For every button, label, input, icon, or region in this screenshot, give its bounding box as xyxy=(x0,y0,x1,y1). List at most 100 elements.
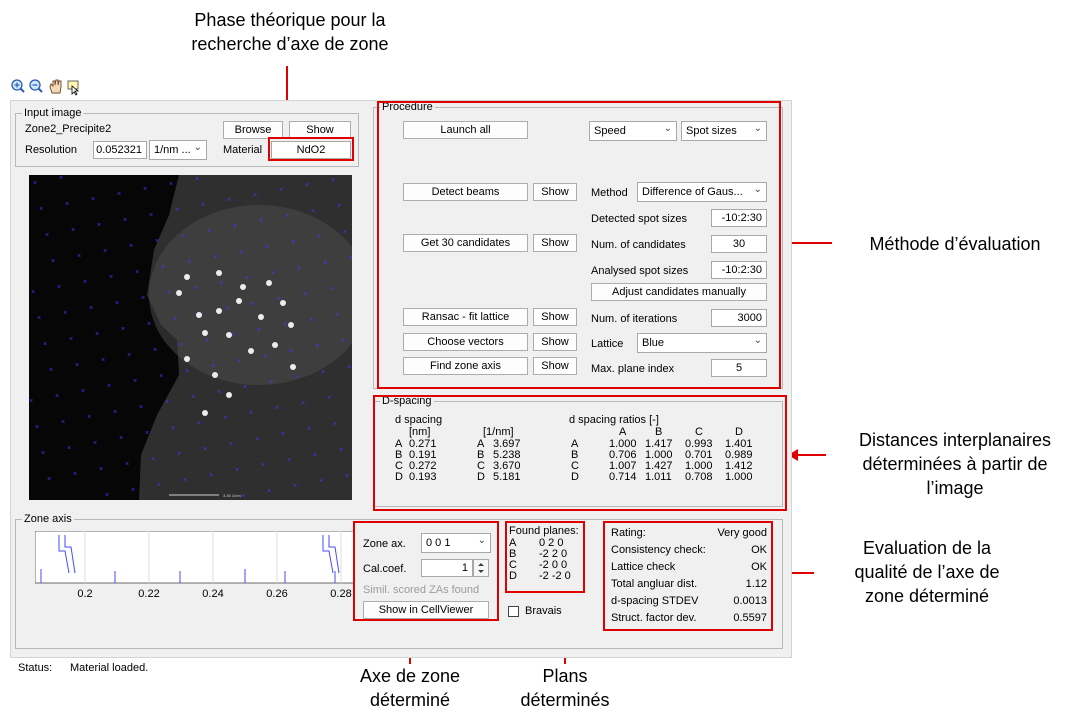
find-zone-axis-show-button[interactable]: Show xyxy=(533,357,577,375)
num-iterations-label: Num. of iterations xyxy=(591,313,678,325)
detect-beams-show-button[interactable]: Show xyxy=(533,183,577,201)
detect-beams-button[interactable]: Detect beams xyxy=(403,183,528,201)
lattice-point: × xyxy=(263,353,267,360)
spinner-up-icon[interactable] xyxy=(478,563,484,566)
zoom-out-icon[interactable] xyxy=(29,79,43,93)
lattice-point: × xyxy=(223,415,227,422)
lattice-point: × xyxy=(69,336,73,343)
lattice-point: × xyxy=(169,181,173,188)
diffraction-spot xyxy=(184,274,190,280)
toolbar xyxy=(10,78,100,96)
lattice-point: × xyxy=(349,255,352,262)
lattice-point: × xyxy=(251,301,255,308)
zone-axis-title: Zone axis xyxy=(22,513,74,525)
data-cursor-icon[interactable] xyxy=(67,80,80,96)
num-candidates-input[interactable]: 30 xyxy=(711,235,767,253)
dspacing-row-key: D xyxy=(477,471,485,483)
lattice-point: × xyxy=(339,447,343,454)
spot-sizes-select[interactable]: Spot sizes ⌄ xyxy=(681,121,767,141)
lattice-point: × xyxy=(59,175,63,182)
detected-spot-sizes-input[interactable]: -10:2:30 xyxy=(711,209,767,227)
lattice-point: × xyxy=(33,180,37,187)
lattice-point: × xyxy=(133,378,137,385)
rating-label: Total angluar dist. xyxy=(611,578,698,590)
lattice-point: × xyxy=(63,310,67,317)
adjust-candidates-button[interactable]: Adjust candidates manually xyxy=(591,283,767,301)
annotation-quality: Evaluation de la qualité de l’axe de zon… xyxy=(854,538,1000,606)
lattice-point: × xyxy=(107,383,111,390)
lattice-point: × xyxy=(209,472,213,479)
lattice-point: × xyxy=(65,201,69,208)
rating-label: Struct. factor dev. xyxy=(611,612,697,624)
get-candidates-button[interactable]: Get 30 candidates xyxy=(403,234,528,252)
profile-tick-label: 0.2 xyxy=(77,588,92,600)
lattice-point: × xyxy=(293,483,297,490)
ransac-show-button[interactable]: Show xyxy=(533,308,577,326)
lattice-point: × xyxy=(167,290,171,297)
resolution-input[interactable]: 0.052321 xyxy=(93,141,147,159)
lattice-point: × xyxy=(305,182,309,189)
find-zone-axis-button[interactable]: Find zone axis xyxy=(403,357,528,375)
lattice-point: × xyxy=(45,232,49,239)
lattice-select[interactable]: Blue ⌄ xyxy=(637,333,767,353)
analysed-spot-sizes-input[interactable]: -10:2:30 xyxy=(711,261,767,279)
lattice-point: × xyxy=(145,430,149,437)
diffraction-image: × × × × × × × × × × × × × × × × × × × × × × × × × × × × × × × × × × × × × × × ×… xyxy=(29,175,352,500)
method-select[interactable]: Difference of Gaus... ⌄ xyxy=(637,182,767,202)
lattice-point: × xyxy=(249,410,253,417)
choose-vectors-button[interactable]: Choose vectors xyxy=(403,333,528,351)
lattice-point: × xyxy=(161,264,165,271)
dspacing-inv-unit: [1/nm] xyxy=(483,426,514,438)
annotation-zone-axis: Axe de zone déterminé xyxy=(359,666,461,710)
chevron-down-icon: ⌄ xyxy=(753,123,762,134)
lattice-point: × xyxy=(109,274,113,281)
diffraction-spot xyxy=(226,392,232,398)
lattice-point: × xyxy=(119,435,123,442)
lattice-point: × xyxy=(41,450,45,457)
spinner-down-icon[interactable] xyxy=(478,570,484,573)
ransac-button[interactable]: Ransac - fit lattice xyxy=(403,308,528,326)
ratio-col-header: C xyxy=(695,426,703,438)
choose-vectors-show-button[interactable]: Show xyxy=(533,333,577,351)
launch-all-button[interactable]: Launch all xyxy=(403,121,528,139)
num-iterations-input[interactable]: 3000 xyxy=(711,309,767,327)
ratio-value: 0.714 xyxy=(609,471,637,483)
zoom-in-icon[interactable] xyxy=(11,79,25,93)
lattice-point: × xyxy=(259,218,263,225)
lattice-point: × xyxy=(141,295,145,302)
diffraction-spot xyxy=(248,348,254,354)
lattice-point: × xyxy=(97,222,101,229)
lattice-point: × xyxy=(51,258,55,265)
ratio-value: 0.708 xyxy=(685,471,713,483)
lattice-point: × xyxy=(267,488,271,495)
lattice-point: × xyxy=(91,196,95,203)
zone-axis-label: Zone ax. xyxy=(363,538,406,550)
lattice-point: × xyxy=(221,175,225,178)
lattice-point: × xyxy=(313,452,317,459)
pan-hand-icon[interactable] xyxy=(49,79,62,94)
get-candidates-show-button[interactable]: Show xyxy=(533,234,577,252)
lattice-point: × xyxy=(177,451,181,458)
lattice-point: × xyxy=(127,352,131,359)
diffraction-spot xyxy=(288,322,294,328)
show-cellviewer-button[interactable]: Show in CellViewer xyxy=(363,601,489,619)
profile-tick-label: 0.26 xyxy=(266,588,287,600)
speed-select[interactable]: Speed ⌄ xyxy=(589,121,677,141)
lattice-point: × xyxy=(123,217,127,224)
lattice-point: × xyxy=(83,279,87,286)
zone-axis-select[interactable]: 0 0 1 ⌄ xyxy=(421,533,491,553)
bravais-checkbox[interactable] xyxy=(508,606,519,617)
diffraction-spot xyxy=(202,330,208,336)
cal-coef-input[interactable]: 1 xyxy=(421,559,473,577)
max-plane-index-input[interactable]: 5 xyxy=(711,359,767,377)
lattice-point: × xyxy=(191,394,195,401)
lattice-point: × xyxy=(285,213,289,220)
lattice-point: × xyxy=(347,364,351,371)
detected-spot-sizes-label: Detected spot sizes xyxy=(591,213,687,225)
lattice-point: × xyxy=(71,227,75,234)
resolution-unit-select[interactable]: 1/nm ... ⌄ xyxy=(149,140,207,160)
dspacing-col-header: d spacing xyxy=(395,414,443,426)
lattice-point: × xyxy=(179,342,183,349)
cal-coef-spinner[interactable] xyxy=(473,559,489,577)
ratio-col-header: B xyxy=(655,426,663,438)
